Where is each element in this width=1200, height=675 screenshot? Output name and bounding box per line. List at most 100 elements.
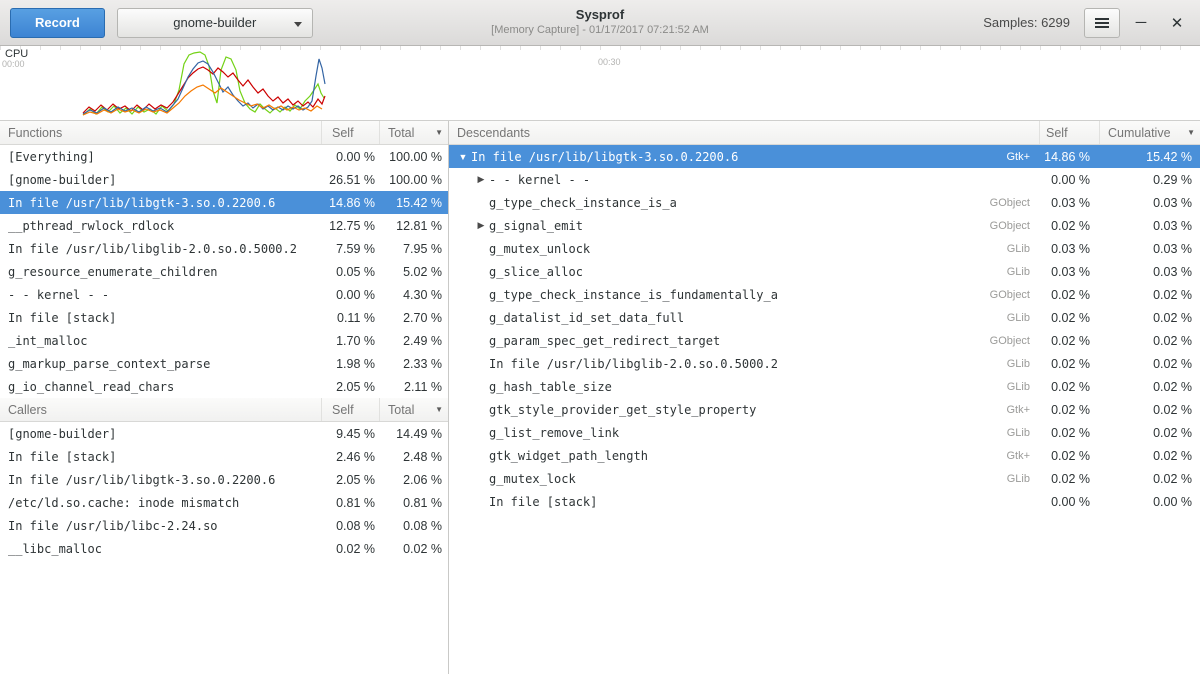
- expander-closed-icon[interactable]: ▶: [473, 174, 489, 185]
- descendant-row[interactable]: gtk_style_provider_get_style_propertyGtk…: [449, 398, 1200, 421]
- category-label: GLib: [1007, 266, 1040, 278]
- function-row[interactable]: __pthread_rwlock_rdlock12.75 %12.81 %: [0, 214, 448, 237]
- menu-button[interactable]: [1084, 8, 1120, 38]
- callers-table-header: Callers Self Total ▼: [0, 398, 448, 422]
- record-button[interactable]: Record: [10, 8, 105, 38]
- descendant-row[interactable]: ▶g_signal_emitGObject0.02 %0.03 %: [449, 214, 1200, 237]
- function-name-cell: [Everything]: [0, 150, 322, 164]
- function-total-cell: 100.00 %: [380, 150, 448, 164]
- sort-arrow-icon: ▼: [435, 128, 443, 137]
- function-self-cell: 1.98 %: [322, 357, 380, 371]
- function-total-cell: 2.33 %: [380, 357, 448, 371]
- descendants-column-header[interactable]: Descendants: [449, 121, 1040, 144]
- descendants-self-column-header[interactable]: Self: [1040, 121, 1100, 144]
- caller-name-cell: In file /usr/lib/libc-2.24.so: [0, 519, 322, 533]
- functions-column-header[interactable]: Functions: [0, 121, 322, 144]
- caller-total-cell: 0.81 %: [380, 496, 448, 510]
- function-name-cell: In file [stack]: [0, 311, 322, 325]
- callers-self-column-header[interactable]: Self: [322, 398, 380, 421]
- function-self-cell: 0.00 %: [322, 150, 380, 164]
- close-button[interactable]: ✕: [1162, 8, 1192, 38]
- function-row[interactable]: In file /usr/lib/libglib-2.0.so.0.5000.2…: [0, 237, 448, 260]
- caller-total-cell: 2.06 %: [380, 473, 448, 487]
- expander-closed-icon[interactable]: ▶: [473, 220, 489, 231]
- category-label: GLib: [1007, 358, 1040, 370]
- descendant-cumulative-cell: 0.00 %: [1100, 495, 1200, 509]
- caller-row[interactable]: In file /usr/lib/libc-2.24.so0.08 %0.08 …: [0, 514, 448, 537]
- expander-open-icon[interactable]: ▼: [455, 152, 471, 162]
- descendant-name-cell: gtk_style_provider_get_style_property: [489, 403, 756, 417]
- function-name-cell: In file /usr/lib/libgtk-3.so.0.2200.6: [0, 196, 322, 210]
- caller-row[interactable]: /etc/ld.so.cache: inode mismatch0.81 %0.…: [0, 491, 448, 514]
- sort-arrow-icon: ▼: [435, 405, 443, 414]
- function-row[interactable]: _int_malloc1.70 %2.49 %: [0, 329, 448, 352]
- samples-count: Samples: 6299: [983, 15, 1070, 30]
- descendant-row[interactable]: g_slice_allocGLib0.03 %0.03 %: [449, 260, 1200, 283]
- descendant-row[interactable]: g_datalist_id_set_data_fullGLib0.02 %0.0…: [449, 306, 1200, 329]
- function-total-cell: 5.02 %: [380, 265, 448, 279]
- category-label: Gtk+: [1006, 450, 1040, 462]
- function-total-cell: 2.11 %: [380, 380, 448, 394]
- descendant-self-cell: 0.02 %: [1040, 403, 1100, 417]
- functions-self-column-header[interactable]: Self: [322, 121, 380, 144]
- caller-self-cell: 0.08 %: [322, 519, 380, 533]
- function-row[interactable]: g_io_channel_read_chars2.05 %2.11 %: [0, 375, 448, 398]
- descendant-self-cell: 0.02 %: [1040, 380, 1100, 394]
- functions-total-column-header[interactable]: Total ▼: [380, 121, 448, 144]
- descendant-row[interactable]: ▶- - kernel - -0.00 %0.29 %: [449, 168, 1200, 191]
- function-total-cell: 4.30 %: [380, 288, 448, 302]
- descendant-row[interactable]: g_hash_table_sizeGLib0.02 %0.02 %: [449, 375, 1200, 398]
- caller-self-cell: 2.05 %: [322, 473, 380, 487]
- function-total-cell: 12.81 %: [380, 219, 448, 233]
- descendant-self-cell: 0.03 %: [1040, 196, 1100, 210]
- caller-row[interactable]: [gnome-builder]9.45 %14.49 %: [0, 422, 448, 445]
- descendant-name-cell: g_hash_table_size: [489, 380, 612, 394]
- descendant-row[interactable]: In file [stack]0.00 %0.00 %: [449, 490, 1200, 513]
- callers-column-header[interactable]: Callers: [0, 398, 322, 421]
- descendant-row[interactable]: g_type_check_instance_is_fundamentally_a…: [449, 283, 1200, 306]
- descendant-cumulative-cell: 0.03 %: [1100, 242, 1200, 256]
- descendant-self-cell: 0.02 %: [1040, 449, 1100, 463]
- descendant-row[interactable]: g_mutex_unlockGLib0.03 %0.03 %: [449, 237, 1200, 260]
- process-selector-dropdown[interactable]: gnome-builder: [117, 8, 313, 38]
- descendant-row[interactable]: ▼In file /usr/lib/libgtk-3.so.0.2200.6Gt…: [449, 145, 1200, 168]
- descendant-row[interactable]: g_param_spec_get_redirect_targetGObject0…: [449, 329, 1200, 352]
- descendant-row[interactable]: g_mutex_lockGLib0.02 %0.02 %: [449, 467, 1200, 490]
- function-row[interactable]: g_resource_enumerate_children0.05 %5.02 …: [0, 260, 448, 283]
- descendant-cumulative-cell: 0.02 %: [1100, 472, 1200, 486]
- function-self-cell: 26.51 %: [322, 173, 380, 187]
- main-content: Functions Self Total ▼ [Everything]0.00 …: [0, 121, 1200, 674]
- descendant-cumulative-cell: 0.02 %: [1100, 426, 1200, 440]
- function-row[interactable]: In file [stack]0.11 %2.70 %: [0, 306, 448, 329]
- caller-row[interactable]: In file /usr/lib/libgtk-3.so.0.2200.62.0…: [0, 468, 448, 491]
- descendant-row[interactable]: g_list_remove_linkGLib0.02 %0.02 %: [449, 421, 1200, 444]
- category-label: GObject: [990, 197, 1040, 209]
- descendant-self-cell: 0.03 %: [1040, 242, 1100, 256]
- caller-name-cell: /etc/ld.so.cache: inode mismatch: [0, 496, 322, 510]
- function-row[interactable]: [Everything]0.00 %100.00 %: [0, 145, 448, 168]
- minimize-button[interactable]: ─: [1126, 8, 1156, 38]
- descendant-name-cell: g_type_check_instance_is_a: [489, 196, 677, 210]
- function-row[interactable]: - - kernel - -0.00 %4.30 %: [0, 283, 448, 306]
- descendant-self-cell: 0.02 %: [1040, 288, 1100, 302]
- descendants-panel: Descendants Self Cumulative ▼ ▼In file /…: [449, 121, 1200, 674]
- function-name-cell: - - kernel - -: [0, 288, 322, 302]
- descendant-name-cell: g_slice_alloc: [489, 265, 583, 279]
- descendant-row[interactable]: gtk_widget_path_lengthGtk+0.02 %0.02 %: [449, 444, 1200, 467]
- descendant-self-cell: 0.02 %: [1040, 334, 1100, 348]
- caller-row[interactable]: In file [stack]2.46 %2.48 %: [0, 445, 448, 468]
- descendant-row[interactable]: g_type_check_instance_is_aGObject0.03 %0…: [449, 191, 1200, 214]
- descendant-name-cell: g_signal_emit: [489, 219, 583, 233]
- caller-row[interactable]: __libc_malloc0.02 %0.02 %: [0, 537, 448, 560]
- descendants-cumulative-column-header[interactable]: Cumulative ▼: [1100, 121, 1200, 144]
- process-selector-value: gnome-builder: [173, 15, 256, 30]
- function-name-cell: __pthread_rwlock_rdlock: [0, 219, 322, 233]
- callers-total-column-header[interactable]: Total ▼: [380, 398, 448, 421]
- function-row[interactable]: In file /usr/lib/libgtk-3.so.0.2200.614.…: [0, 191, 448, 214]
- function-row[interactable]: [gnome-builder]26.51 %100.00 %: [0, 168, 448, 191]
- descendant-self-cell: 0.02 %: [1040, 357, 1100, 371]
- cpu-timeline[interactable]: CPU 00:00 00:30: [0, 46, 1200, 121]
- descendant-cumulative-cell: 0.29 %: [1100, 173, 1200, 187]
- function-row[interactable]: g_markup_parse_context_parse1.98 %2.33 %: [0, 352, 448, 375]
- descendant-row[interactable]: In file /usr/lib/libglib-2.0.so.0.5000.2…: [449, 352, 1200, 375]
